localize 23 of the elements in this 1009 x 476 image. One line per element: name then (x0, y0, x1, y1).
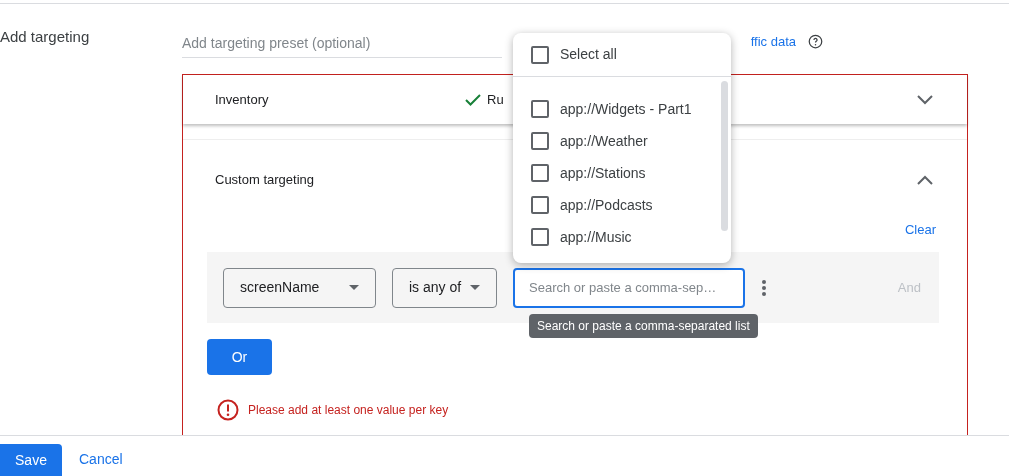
key-dropdown[interactable]: screenName (223, 267, 376, 308)
help-icon[interactable] (808, 34, 823, 50)
caret-icon (470, 285, 480, 290)
clear-link[interactable]: Clear (904, 220, 936, 240)
more-options-icon[interactable] (762, 279, 766, 296)
preset-field[interactable]: Add targeting preset (optional) (182, 28, 502, 58)
scrollbar[interactable] (721, 81, 728, 231)
error-icon (217, 399, 239, 421)
traffic-data-link[interactable]: ffic data (750, 32, 796, 52)
error-message: Please add at least one value per key (248, 402, 449, 419)
section-label: Add targeting (0, 28, 90, 45)
or-button[interactable]: Or (207, 339, 272, 375)
value-search-field[interactable]: Search or paste a comma-sep… (513, 267, 745, 308)
cancel-link[interactable]: Cancel (79, 449, 123, 470)
select-all-option[interactable]: Select all (531, 44, 617, 65)
chevron-icon[interactable] (917, 175, 933, 185)
check-icon (465, 92, 481, 107)
inventory-status: Ru (487, 90, 504, 109)
custom-targeting-title: Custom targeting (215, 171, 314, 190)
save-button[interactable]: Save (0, 444, 62, 476)
caret-icon (349, 285, 359, 290)
operator-dropdown[interactable]: is any of (392, 267, 497, 308)
tooltip: Search or paste a comma-separated list (529, 314, 758, 338)
